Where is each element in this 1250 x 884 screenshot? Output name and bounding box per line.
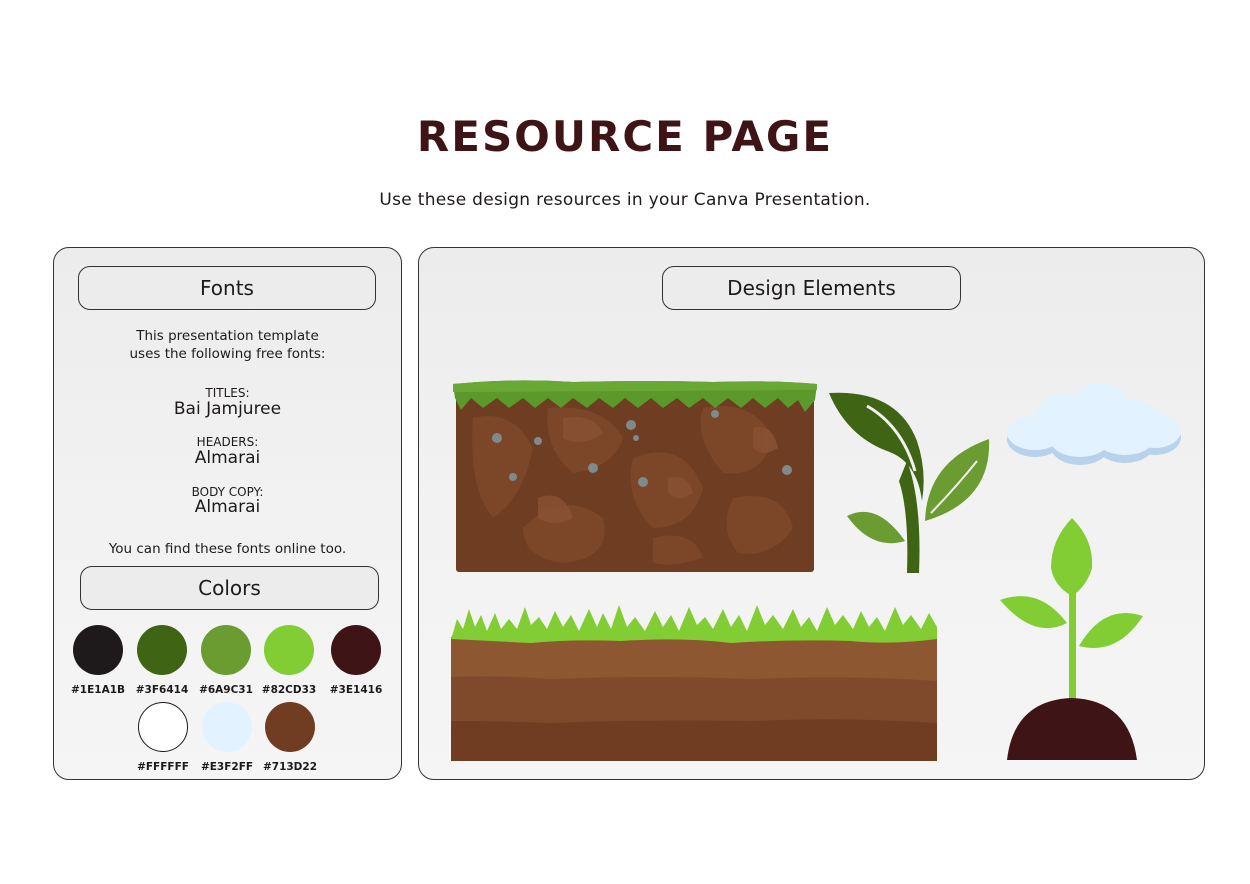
colors-header: Colors [80,566,379,610]
colors-header-label: Colors [198,576,261,600]
color-swatch [331,625,381,675]
color-swatch [138,702,188,752]
fonts-colors-panel: Fonts This presentation template uses th… [53,247,402,780]
fonts-intro-line2: uses the following free fonts: [129,346,326,362]
color-hex-label: #713D22 [262,761,318,773]
seedling-in-mound-graphic [1000,518,1143,760]
color-hex-label: #3E1416 [329,684,383,696]
color-swatch [137,625,187,675]
color-swatch [265,702,315,752]
color-swatch [202,702,252,752]
fonts-intro-line1: This presentation template [136,328,319,344]
page-subtitle: Use these design resources in your Canva… [379,190,871,210]
design-elements-panel: Design Elements [418,247,1205,780]
soil-block-with-grass-graphic [453,380,817,572]
layered-soil-with-grass-graphic [451,605,937,761]
page-title: RESOURCE PAGE [416,112,834,161]
color-swatch [73,625,123,675]
font-entry-name: Bai Jamjuree [173,399,282,419]
fonts-header: Fonts [78,266,376,310]
design-elements-header: Design Elements [662,266,961,310]
color-swatch [201,625,251,675]
design-elements-header-label: Design Elements [727,276,896,300]
font-entry-name: Almarai [194,497,261,517]
color-swatch [264,625,314,675]
dark-green-sprout-graphic [829,392,990,573]
fonts-footer: You can find these fonts online too. [108,541,347,557]
font-entry-label: HEADERS: [196,435,259,449]
font-entry-name: Almarai [194,448,261,468]
font-entry-label: TITLES: [205,386,250,400]
cloud-graphic [1007,383,1181,465]
fonts-header-label: Fonts [200,276,254,300]
